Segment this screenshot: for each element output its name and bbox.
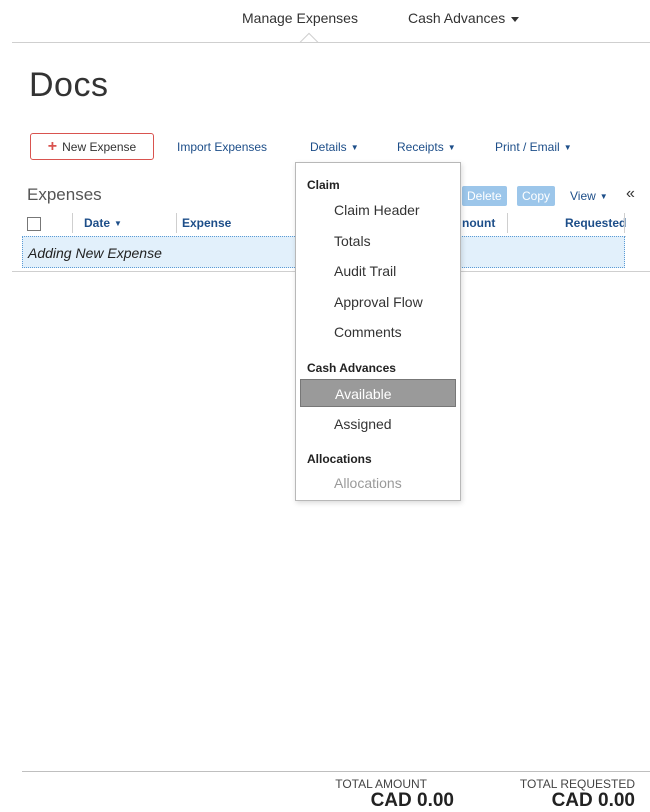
total-amount-label: TOTAL AMOUNT: [335, 777, 427, 791]
column-divider: [507, 213, 508, 233]
view-menu-button[interactable]: View ▼: [570, 189, 608, 203]
details-label: Details: [310, 140, 347, 154]
total-requested-label: TOTAL REQUESTED: [519, 777, 635, 791]
nav-cash-advances-label: Cash Advances: [408, 10, 506, 26]
nav-cash-advances[interactable]: Cash Advances: [408, 10, 520, 26]
footer-divider: [22, 771, 650, 772]
new-expense-button[interactable]: + New Expense: [30, 133, 154, 160]
total-requested-value: CAD 0.00: [551, 790, 635, 811]
view-label: View: [570, 189, 596, 203]
copy-button[interactable]: Copy: [517, 186, 556, 206]
plus-icon: +: [47, 137, 58, 155]
print-email-label: Print / Email: [495, 140, 560, 154]
expenses-title: Expenses: [27, 185, 102, 204]
menu-heading-allocations: Allocations: [307, 452, 372, 466]
column-divider: [176, 213, 177, 233]
select-all-checkbox[interactable]: [27, 217, 41, 231]
receipts-label: Receipts: [397, 140, 444, 154]
column-expense[interactable]: Expense: [182, 216, 231, 230]
chevron-down-icon: [511, 16, 520, 22]
column-date-label: Date: [84, 216, 111, 230]
menu-item-totals[interactable]: Totals: [300, 227, 456, 255]
menu-heading-cash-advances: Cash Advances: [307, 361, 396, 375]
menu-item-comments[interactable]: Comments: [300, 318, 456, 346]
column-requested[interactable]: Requested: [565, 216, 626, 230]
collapse-double-left-icon[interactable]: «: [626, 185, 635, 203]
sort-caret-icon: ▼: [114, 219, 122, 228]
column-divider: [72, 213, 73, 233]
new-expense-label: New Expense: [62, 139, 137, 154]
details-dropdown-menu: Claim Claim Header Totals Audit Trail Ap…: [295, 162, 461, 501]
menu-item-allocations: Allocations: [334, 475, 402, 491]
menu-item-claim-header[interactable]: Claim Header: [300, 196, 456, 224]
caret-down-icon: ▼: [563, 143, 572, 152]
caret-down-icon: ▼: [350, 143, 359, 152]
menu-heading-claim: Claim: [307, 178, 340, 192]
page-title: Docs: [29, 66, 109, 104]
caret-down-icon: ▼: [599, 192, 608, 201]
menu-item-available[interactable]: Available: [300, 379, 456, 407]
nav-divider: [12, 42, 650, 43]
new-expense-row-text: Adding New Expense: [28, 245, 162, 261]
receipts-menu-button[interactable]: Receipts ▼: [397, 140, 456, 154]
total-amount-value: CAD 0.00: [370, 790, 454, 811]
import-expenses-link[interactable]: Import Expenses: [177, 140, 267, 154]
details-menu-button[interactable]: Details ▼: [310, 140, 359, 154]
nav-manage-expenses[interactable]: Manage Expenses: [242, 10, 358, 26]
menu-item-assigned[interactable]: Assigned: [300, 410, 456, 438]
menu-item-audit-trail[interactable]: Audit Trail: [300, 257, 456, 285]
column-divider: [624, 213, 625, 233]
delete-button[interactable]: Delete: [462, 186, 507, 206]
print-email-menu-button[interactable]: Print / Email ▼: [495, 140, 572, 154]
column-amount[interactable]: nount: [462, 216, 495, 230]
caret-down-icon: ▼: [447, 143, 456, 152]
menu-item-approval-flow[interactable]: Approval Flow: [300, 288, 456, 316]
column-date[interactable]: Date ▼: [84, 216, 122, 230]
top-nav: Manage Expenses Cash Advances: [0, 0, 650, 42]
